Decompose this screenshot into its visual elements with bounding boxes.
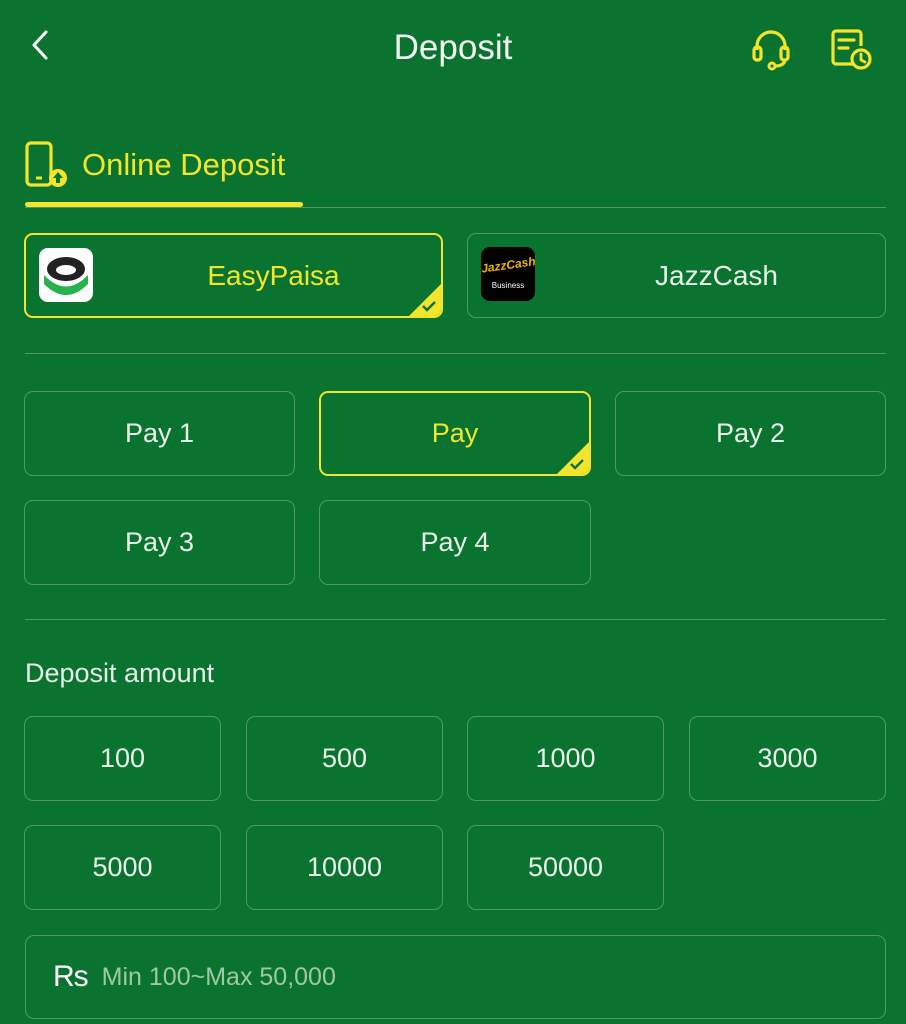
tab-label: Online Deposit bbox=[82, 147, 286, 182]
record-history-icon bbox=[831, 29, 872, 70]
amount-option[interactable]: 1000 bbox=[467, 716, 664, 801]
amount-input-box[interactable]: Rs bbox=[25, 935, 886, 1019]
headset-icon bbox=[752, 30, 790, 71]
method-label: EasyPaisa bbox=[207, 259, 340, 291]
support-button[interactable] bbox=[748, 26, 794, 72]
channel-pay-3[interactable]: Pay 3 bbox=[24, 500, 295, 585]
amount-option[interactable]: 500 bbox=[246, 716, 443, 801]
amount-option[interactable]: 5000 bbox=[24, 825, 221, 910]
tab-online-deposit[interactable]: Online Deposit bbox=[24, 140, 285, 190]
amount-option[interactable]: 3000 bbox=[689, 716, 886, 801]
deposit-amount-label: Deposit amount bbox=[25, 658, 215, 688]
check-icon bbox=[422, 301, 436, 312]
easypaisa-logo bbox=[39, 248, 93, 302]
history-button[interactable] bbox=[828, 26, 874, 72]
divider bbox=[25, 353, 886, 354]
jazzcash-logo: JazzCash Business bbox=[481, 247, 535, 301]
mobile-deposit-icon bbox=[25, 141, 67, 187]
amount-option[interactable]: 100 bbox=[24, 716, 221, 801]
method-label: JazzCash bbox=[655, 259, 778, 291]
divider bbox=[25, 619, 886, 620]
channel-pay[interactable]: Pay bbox=[319, 391, 591, 476]
method-jazzcash[interactable]: JazzCash Business JazzCash bbox=[467, 233, 886, 318]
divider bbox=[25, 207, 886, 208]
channel-pay-2[interactable]: Pay 2 bbox=[615, 391, 886, 476]
amount-input[interactable] bbox=[99, 961, 804, 993]
channel-pay-1[interactable]: Pay 1 bbox=[24, 391, 295, 476]
currency-symbol: Rs bbox=[53, 960, 89, 993]
amount-option[interactable]: 50000 bbox=[467, 825, 664, 910]
check-icon bbox=[570, 459, 584, 470]
method-easypaisa[interactable]: EasyPaisa bbox=[24, 233, 443, 318]
channel-pay-4[interactable]: Pay 4 bbox=[319, 500, 591, 585]
amount-option[interactable]: 10000 bbox=[246, 825, 443, 910]
